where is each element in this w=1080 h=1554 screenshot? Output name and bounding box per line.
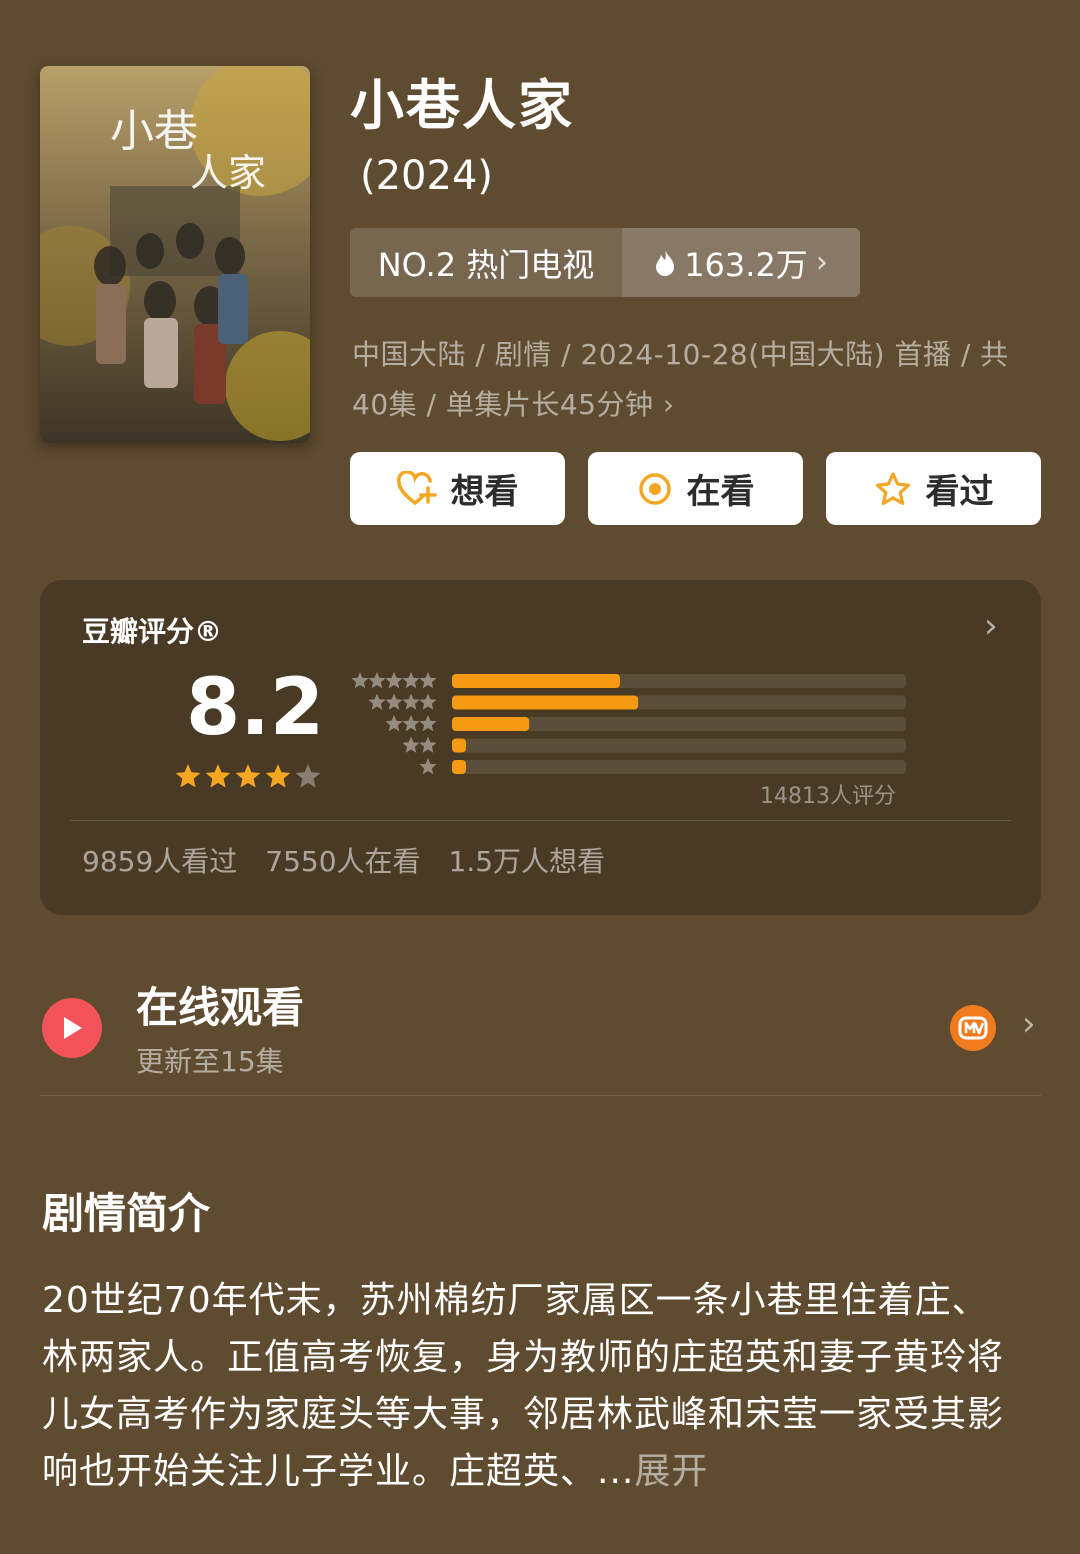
poster-artwork: 小巷 人家	[40, 66, 310, 443]
watched-label: 看过	[925, 472, 994, 512]
mango-tv-logo	[958, 1016, 988, 1040]
fire-icon	[656, 249, 675, 276]
chevron-right-icon: ›	[815, 245, 828, 280]
heat-value: 163.2万	[684, 245, 808, 284]
level-star-icon	[351, 672, 369, 689]
rank-badge[interactable]: NO.2 热门电视 163.2万 ›	[350, 228, 860, 297]
rank-label: NO.2 热门电视	[377, 245, 595, 284]
distribution-bar-5-star	[452, 674, 620, 688]
distribution-bar-3-star	[452, 717, 530, 731]
rating-count: 14813人评分	[760, 784, 896, 809]
online-watch-title[interactable]: 在线观看	[136, 982, 304, 1034]
page-title: 小巷人家	[350, 74, 574, 137]
want-count: 1.5万人想看	[448, 845, 606, 878]
level-star-icon	[402, 715, 420, 732]
poster-image[interactable]: 小巷 人家	[40, 66, 310, 443]
level-star-icon	[368, 672, 386, 689]
level-star-icon	[385, 672, 403, 689]
distribution-track	[452, 738, 906, 753]
watching-button[interactable]: 在看	[588, 452, 803, 525]
level-star-icon	[402, 693, 420, 710]
level-star-icon	[419, 672, 437, 689]
level-star-icon	[368, 693, 386, 710]
star-filled-icon	[205, 764, 231, 788]
play-button[interactable]	[42, 998, 102, 1058]
meta-line-1: 中国大陆 / 剧情 / 2024-10-28(中国大陆) 首播 / 共	[352, 338, 1009, 371]
watching-label: 在看	[686, 472, 755, 512]
star-empty-icon	[295, 764, 321, 788]
rating-distribution	[351, 672, 906, 775]
heat-index[interactable]: 163.2万 ›	[622, 228, 860, 297]
synopsis-heading: 剧情简介	[42, 1189, 211, 1238]
level-star-icon	[402, 736, 420, 753]
play-icon	[64, 1017, 82, 1039]
score-stars-svg	[175, 764, 321, 788]
level-star-icon	[402, 672, 420, 689]
level-star-icon	[385, 715, 403, 732]
chevron-right-icon[interactable]: ›	[984, 606, 998, 646]
want-to-watch-button[interactable]: 想看	[350, 452, 565, 525]
level-star-icon	[419, 758, 437, 775]
level-star-icon	[419, 693, 437, 710]
watching-count: 7550人在看	[265, 845, 421, 878]
mango-tv-icon[interactable]	[950, 1005, 996, 1051]
synopsis-text: 20世纪70年代末，苏州棉纺厂家属区一条小巷里住着庄、林两家人。正值高考恢复，身…	[42, 1272, 1017, 1500]
distribution-track	[452, 760, 906, 774]
distribution-bar-4-star	[452, 695, 639, 710]
star-filled-icon	[175, 764, 201, 788]
release-year: (2024)	[360, 153, 494, 199]
divider	[70, 820, 1011, 821]
level-star-icon	[385, 693, 403, 710]
score-stars	[174, 762, 324, 796]
watched-button[interactable]: 看过	[826, 452, 1041, 525]
divider	[40, 1095, 1041, 1096]
star-outline-icon	[875, 471, 910, 505]
level-star-icon	[419, 715, 437, 732]
svg-text:人家: 人家	[190, 151, 266, 195]
heart-plus-icon	[396, 470, 437, 505]
rating-score: 8.2	[186, 663, 325, 753]
rating-stats: 9859人看过 7550人在看 1.5万人想看	[82, 840, 605, 880]
chevron-right-icon: ›	[662, 388, 675, 421]
distribution-bar-1-star	[452, 760, 466, 774]
svg-text:小巷: 小巷	[110, 106, 198, 157]
level-star-icon	[419, 736, 437, 753]
chevron-right-icon[interactable]: ›	[1022, 1004, 1036, 1044]
episode-update: 更新至15集	[136, 1045, 284, 1078]
distribution-bar-2-star	[452, 738, 466, 753]
rating-label: 豆瓣评分®	[82, 615, 223, 648]
meta-line-2: 40集 / 单集片长45分钟	[352, 388, 654, 421]
star-filled-icon	[235, 764, 261, 788]
star-filled-icon	[265, 764, 291, 788]
show-meta[interactable]: 中国大陆 / 剧情 / 2024-10-28(中国大陆) 首播 / 共 40集 …	[352, 330, 1032, 430]
want-label: 想看	[450, 472, 519, 512]
synopsis-body: 20世纪70年代末，苏州棉纺厂家属区一条小巷里住着庄、林两家人。正值高考恢复，身…	[42, 1280, 1005, 1492]
watched-count: 9859人看过	[82, 845, 238, 878]
target-icon	[638, 472, 671, 505]
expand-link[interactable]: 展开	[634, 1451, 708, 1492]
